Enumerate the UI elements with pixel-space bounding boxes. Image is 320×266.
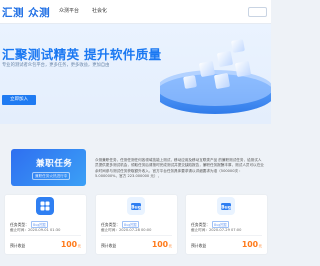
reward-value: 100元 bbox=[151, 240, 172, 249]
hero-title: 汇聚测试精英 提升软件质量 bbox=[2, 47, 162, 62]
apps-icon bbox=[36, 197, 54, 215]
logo[interactable]: 汇测 众测 bbox=[2, 5, 50, 19]
hero-subtitle: 专业的测试者众包平台，更多任务，更多收益，更加自由 bbox=[2, 63, 110, 68]
join-now-button[interactable]: 立即加入 bbox=[2, 95, 36, 105]
part-time-promo-card[interactable]: 兼职任务 兼职任务火热进行中 bbox=[11, 149, 86, 186]
task-deadline: 截止时间：2020-07-28 00:00 bbox=[101, 228, 152, 232]
task-deadline: 截止时间：2020-07-29 07:00 bbox=[191, 228, 242, 232]
divider bbox=[101, 235, 172, 236]
reward-value: 100元 bbox=[241, 240, 262, 249]
task-card[interactable]: Bug 任务类型： Bug挖掘 截止时间：2020-07-28 00:00 预计收… bbox=[96, 195, 177, 254]
reward-label: 预计收益 bbox=[191, 243, 207, 248]
divider bbox=[191, 235, 262, 236]
bug-badge: Bug挖掘 bbox=[211, 221, 229, 228]
task-type-label: 任务类型： bbox=[101, 222, 120, 227]
bug-test-icon: Bug bbox=[217, 197, 235, 215]
svg-text:Bug: Bug bbox=[221, 204, 231, 210]
logo-text: 汇测 众测 bbox=[2, 6, 51, 19]
reward-label: 预计收益 bbox=[101, 243, 117, 248]
nav-item-crowdtest-platform[interactable]: 众测平台 bbox=[59, 7, 79, 14]
divider bbox=[10, 235, 81, 236]
task-type-label: 任务类型： bbox=[191, 222, 210, 227]
promo-title: 兼职任务 bbox=[36, 159, 73, 169]
hero-illustration bbox=[160, 39, 271, 114]
task-card[interactable]: 任务类型： Bug挖掘 截止时间：2020-09-01 01:30 预计收益 10… bbox=[5, 195, 86, 254]
top-navbar: 汇测 众测 众测平台 社会化 bbox=[0, 0, 271, 24]
task-card[interactable]: Bug 任务类型： Bug挖掘 截止时间：2020-07-29 07:00 预计收… bbox=[186, 195, 267, 254]
task-type-label: 任务类型： bbox=[10, 222, 29, 227]
task-type: 任务类型： Bug挖掘 bbox=[101, 221, 139, 228]
svg-text:Bug: Bug bbox=[131, 204, 141, 210]
section-description: 众测兼职任务，任测任测任何各领域技能上测试，移动应用及移动互联类产品 的兼职测试… bbox=[95, 158, 264, 179]
task-deadline: 截止时间：2020-09-01 01:30 bbox=[10, 228, 61, 232]
task-type: 任务类型： Bug挖掘 bbox=[191, 221, 229, 228]
login-button[interactable] bbox=[248, 7, 267, 17]
bug-badge: Bug挖掘 bbox=[121, 221, 139, 228]
task-type: 任务类型： Bug挖掘 bbox=[10, 221, 48, 228]
bug-badge: Bug挖掘 bbox=[30, 221, 48, 228]
nav-item-social[interactable]: 社会化 bbox=[92, 7, 107, 14]
part-time-section: 兼职任务 兼职任务火热进行中 众测兼职任务，任测任测任何各领域技能上测试，移动应… bbox=[0, 138, 271, 186]
reward-label: 预计收益 bbox=[10, 243, 26, 248]
hero-banner: 汇聚测试精英 提升软件质量 专业的测试者众包平台，更多任务，更多收益，更加自由 … bbox=[0, 24, 271, 124]
reward-value: 100元 bbox=[60, 240, 81, 249]
bug-test-icon: Bug bbox=[127, 197, 145, 215]
promo-subtitle: 兼职任务火热进行中 bbox=[32, 172, 71, 180]
